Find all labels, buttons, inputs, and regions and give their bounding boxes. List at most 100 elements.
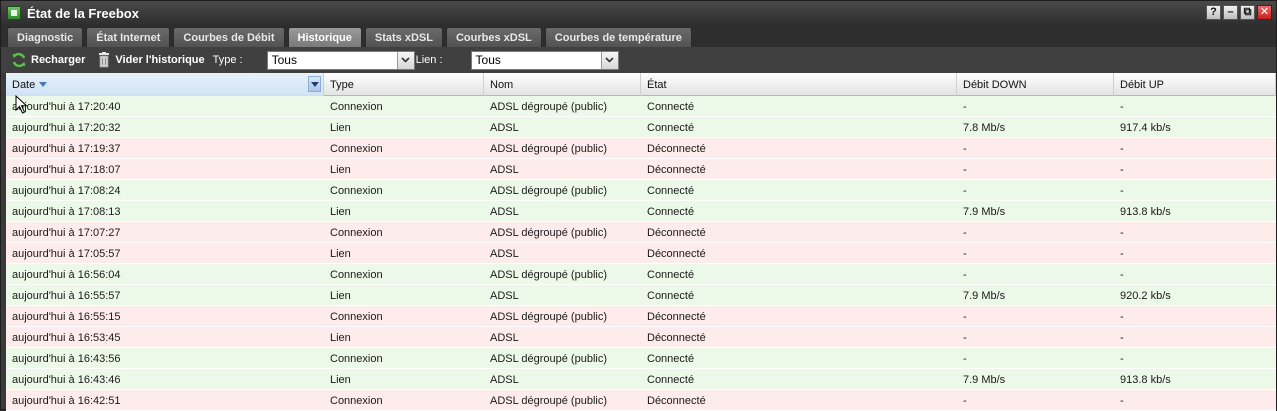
type-cell: Connexion [330,352,383,365]
column-header-date[interactable]: Date [6,73,324,96]
tab-etat-internet[interactable]: État Internet [86,27,171,47]
column-menu-icon[interactable] [308,76,321,92]
trash-icon [97,52,111,68]
table-row[interactable]: aujourd'hui à 17:07:27 Connexion ADSL dégr… [6,222,1276,243]
table-row[interactable]: aujourd'hui à 16:56:04 Connexion ADSL dégr… [6,264,1276,285]
type-filter-label: Type : [212,54,243,66]
link-filter-select[interactable]: Tous [470,50,619,70]
date-cell: aujourd'hui à 17:19:37 [12,142,121,155]
table-row[interactable]: aujourd'hui à 16:53:45 Lien ADSL Déconnecté… [6,327,1276,348]
table-row[interactable]: aujourd'hui à 17:08:13 Lien ADSL Connecté 7.… [6,201,1276,222]
type-cell: Connexion [330,268,383,281]
restore-button[interactable]: ⧉ [1240,5,1255,20]
tab-bar: Diagnostic État Internet Courbes de Débi… [1,25,1276,47]
chevron-down-icon[interactable] [396,51,414,69]
type-cell: Lien [330,331,351,344]
sort-descending-icon [39,82,48,87]
table-row[interactable]: aujourd'hui à 17:19:37 Connexion ADSL dégr… [6,138,1276,159]
table-row[interactable]: aujourd'hui à 17:05:57 Lien ADSL Déconnecté… [6,243,1276,264]
etat-cell: Déconnecté [647,310,706,323]
debit-up-cell: - [1120,247,1124,260]
type-cell: Connexion [330,142,383,155]
date-cell: aujourd'hui à 17:20:40 [12,100,121,113]
debit-down-cell: - [963,184,967,197]
type-cell: Connexion [330,100,383,113]
nom-cell: ADSL [490,121,519,134]
table-row[interactable]: aujourd'hui à 16:43:46 Lien ADSL Connecté 7.… [6,369,1276,390]
debit-up-cell: - [1120,394,1124,407]
reload-button[interactable]: Recharger [1,52,85,68]
nom-cell: ADSL dégroupé (public) [490,142,607,155]
column-header-nom[interactable]: Nom [484,73,641,96]
debit-down-cell: - [963,247,967,260]
column-header-etat[interactable]: État [641,73,957,96]
type-cell: Lien [330,247,351,260]
tab-courbes-temperature[interactable]: Courbes de température [544,27,692,47]
debit-up-cell: - [1120,268,1124,281]
debit-down-cell: 7.9 Mb/s [963,205,1006,218]
window-controls: ? – ⧉ ✕ [1206,5,1272,20]
date-cell: aujourd'hui à 17:07:27 [12,226,121,239]
type-cell: Connexion [330,310,383,323]
table-row[interactable]: aujourd'hui à 17:20:32 Lien ADSL Connecté 7.… [6,117,1276,138]
type-cell: Lien [330,373,351,386]
type-cell: Connexion [330,184,383,197]
etat-cell: Déconnecté [647,331,706,344]
etat-cell: Déconnecté [647,394,706,407]
tab-historique[interactable]: Historique [287,27,362,47]
window-title: État de la Freebox [27,5,139,21]
tab-diagnostic[interactable]: Diagnostic [7,27,84,47]
freebox-status-window: État de la Freebox ? – ⧉ ✕ Diagnostic Ét… [0,0,1277,411]
close-button[interactable]: ✕ [1257,5,1272,20]
debit-up-cell: - [1120,142,1124,155]
debit-down-cell: - [963,352,967,365]
debit-up-cell: 913.8 kb/s [1120,205,1171,218]
nom-cell: ADSL [490,373,519,386]
clear-history-label: Vider l'historique [115,54,205,66]
link-filter-value: Tous [475,53,501,67]
date-cell: aujourd'hui à 16:56:04 [12,268,121,281]
etat-cell: Déconnecté [647,163,706,176]
table-row[interactable]: aujourd'hui à 17:20:40 Connexion ADSL dégr… [6,96,1276,117]
debit-up-cell: 913.8 kb/s [1120,373,1171,386]
help-button[interactable]: ? [1206,5,1221,20]
nom-cell: ADSL dégroupé (public) [490,268,607,281]
toolbar: Recharger Vider l'historique Type : Tous… [1,47,1276,73]
chevron-down-icon[interactable] [600,51,618,69]
nom-cell: ADSL dégroupé (public) [490,100,607,113]
tab-courbes-xdsl[interactable]: Courbes xDSL [445,27,542,47]
debit-up-cell: 920.2 kb/s [1120,289,1171,302]
table-row[interactable]: aujourd'hui à 16:55:57 Lien ADSL Connecté 7.… [6,285,1276,306]
clear-history-button[interactable]: Vider l'historique [85,52,205,68]
etat-cell: Connecté [647,205,695,218]
debit-down-cell: - [963,310,967,323]
column-header-type[interactable]: Type [324,73,484,96]
table-header: Date Type Nom État Débit DOWN Débit UP [6,73,1276,96]
debit-up-cell: - [1120,352,1124,365]
table-row[interactable]: aujourd'hui à 16:55:15 Connexion ADSL dégr… [6,306,1276,327]
nom-cell: ADSL [490,163,519,176]
type-cell: Lien [330,205,351,218]
type-filter-select[interactable]: Tous [266,50,415,70]
type-cell: Lien [330,289,351,302]
tab-courbes-debit[interactable]: Courbes de Débit [173,27,285,47]
nom-cell: ADSL dégroupé (public) [490,310,607,323]
tab-stats-xdsl[interactable]: Stats xDSL [364,27,443,47]
nom-cell: ADSL dégroupé (public) [490,352,607,365]
column-header-debit-down[interactable]: Débit DOWN [957,73,1114,96]
table-row[interactable]: aujourd'hui à 17:08:24 Connexion ADSL dégr… [6,180,1276,201]
debit-down-cell: 7.9 Mb/s [963,289,1006,302]
table-row[interactable]: aujourd'hui à 16:43:56 Connexion ADSL dégr… [6,348,1276,369]
debit-down-cell: 7.8 Mb/s [963,121,1006,134]
etat-cell: Connecté [647,352,695,365]
minimize-button[interactable]: – [1223,5,1238,20]
etat-cell: Connecté [647,121,695,134]
date-cell: aujourd'hui à 16:43:46 [12,373,121,386]
table-row[interactable]: aujourd'hui à 17:18:07 Lien ADSL Déconnecté… [6,159,1276,180]
debit-down-cell: - [963,331,967,344]
etat-cell: Connecté [647,289,695,302]
title-bar[interactable]: État de la Freebox ? – ⧉ ✕ [1,1,1276,25]
date-cell: aujourd'hui à 16:55:15 [12,310,121,323]
table-row[interactable]: aujourd'hui à 16:42:51 Connexion ADSL dégr… [6,390,1276,411]
column-header-debit-up[interactable]: Débit UP [1114,73,1276,96]
